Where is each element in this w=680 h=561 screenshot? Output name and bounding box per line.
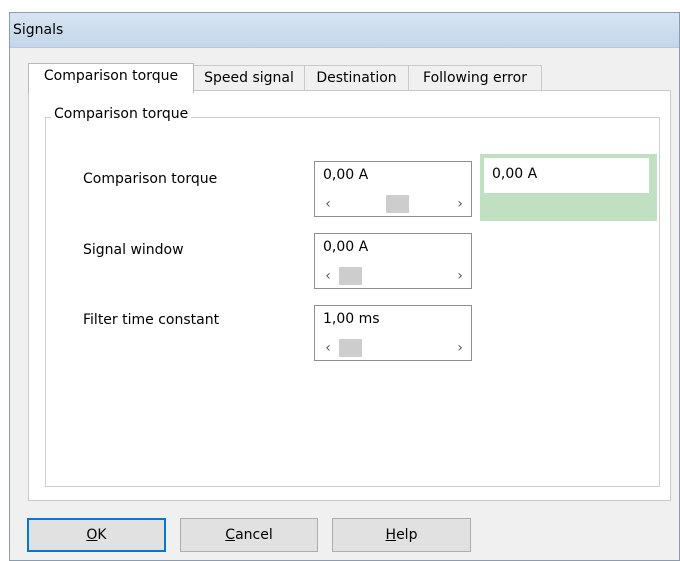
scroll-right-icon[interactable]: › xyxy=(453,339,467,357)
comparison-torque-value: 0,00 A xyxy=(323,167,369,183)
tab-panel: Comparison torque Comparison torque 0,00… xyxy=(28,90,671,501)
window-title: Signals xyxy=(13,22,64,38)
tab-comparison-torque[interactable]: Comparison torque xyxy=(28,63,194,93)
scroll-left-icon[interactable]: ‹ xyxy=(321,195,335,213)
tab-label: Comparison torque xyxy=(43,68,179,84)
signal-window-slider[interactable]: ‹ › xyxy=(317,267,469,285)
filter-time-constant-label: Filter time constant xyxy=(83,312,220,328)
comparison-torque-readout: 0,00 A xyxy=(484,158,649,193)
help-label-rest: elp xyxy=(396,527,418,543)
ok-label-rest: K xyxy=(97,527,107,543)
help-button[interactable]: Help xyxy=(332,518,471,552)
scroll-right-icon[interactable]: › xyxy=(453,267,467,285)
tab-destination[interactable]: Destination xyxy=(304,65,409,91)
signals-dialog: Signals Comparison torque Speed signal D… xyxy=(9,12,680,561)
comparison-torque-readout-panel: 0,00 A xyxy=(480,154,657,221)
cancel-mnemonic: C xyxy=(225,527,236,543)
slider-track[interactable] xyxy=(339,195,447,213)
cancel-label-rest: ancel xyxy=(235,527,273,543)
tab-following-error[interactable]: Following error xyxy=(408,65,542,91)
slider-thumb[interactable] xyxy=(339,339,362,357)
title-bar[interactable]: Signals xyxy=(10,13,679,48)
comparison-torque-slider[interactable]: ‹ › xyxy=(317,195,469,213)
cancel-button[interactable]: Cancel xyxy=(180,518,318,552)
slider-thumb[interactable] xyxy=(386,195,409,213)
filter-time-constant-value: 1,00 ms xyxy=(323,311,380,327)
comparison-torque-label: Comparison torque xyxy=(83,171,218,187)
tab-label: Speed signal xyxy=(204,70,294,86)
scroll-left-icon[interactable]: ‹ xyxy=(321,267,335,285)
tab-label: Destination xyxy=(316,70,397,86)
signal-window-spinner[interactable]: 0,00 A ‹ › xyxy=(314,233,472,289)
readout-value: 0,00 A xyxy=(492,166,538,182)
slider-track[interactable] xyxy=(339,339,447,357)
tab-speed-signal[interactable]: Speed signal xyxy=(193,65,305,91)
slider-track[interactable] xyxy=(339,267,447,285)
filter-time-constant-spinner[interactable]: 1,00 ms ‹ › xyxy=(314,305,472,361)
help-mnemonic: H xyxy=(385,527,397,543)
comparison-torque-spinner[interactable]: 0,00 A ‹ › xyxy=(314,161,472,217)
filter-time-constant-slider[interactable]: ‹ › xyxy=(317,339,469,357)
ok-button[interactable]: OK xyxy=(27,518,166,552)
signal-window-label: Signal window xyxy=(83,242,184,258)
ok-mnemonic: O xyxy=(86,527,98,543)
scroll-right-icon[interactable]: › xyxy=(453,195,467,213)
slider-thumb[interactable] xyxy=(339,267,362,285)
signal-window-value: 0,00 A xyxy=(323,239,369,255)
scroll-left-icon[interactable]: ‹ xyxy=(321,339,335,357)
tab-label: Following error xyxy=(423,70,527,86)
group-title: Comparison torque xyxy=(51,106,192,122)
